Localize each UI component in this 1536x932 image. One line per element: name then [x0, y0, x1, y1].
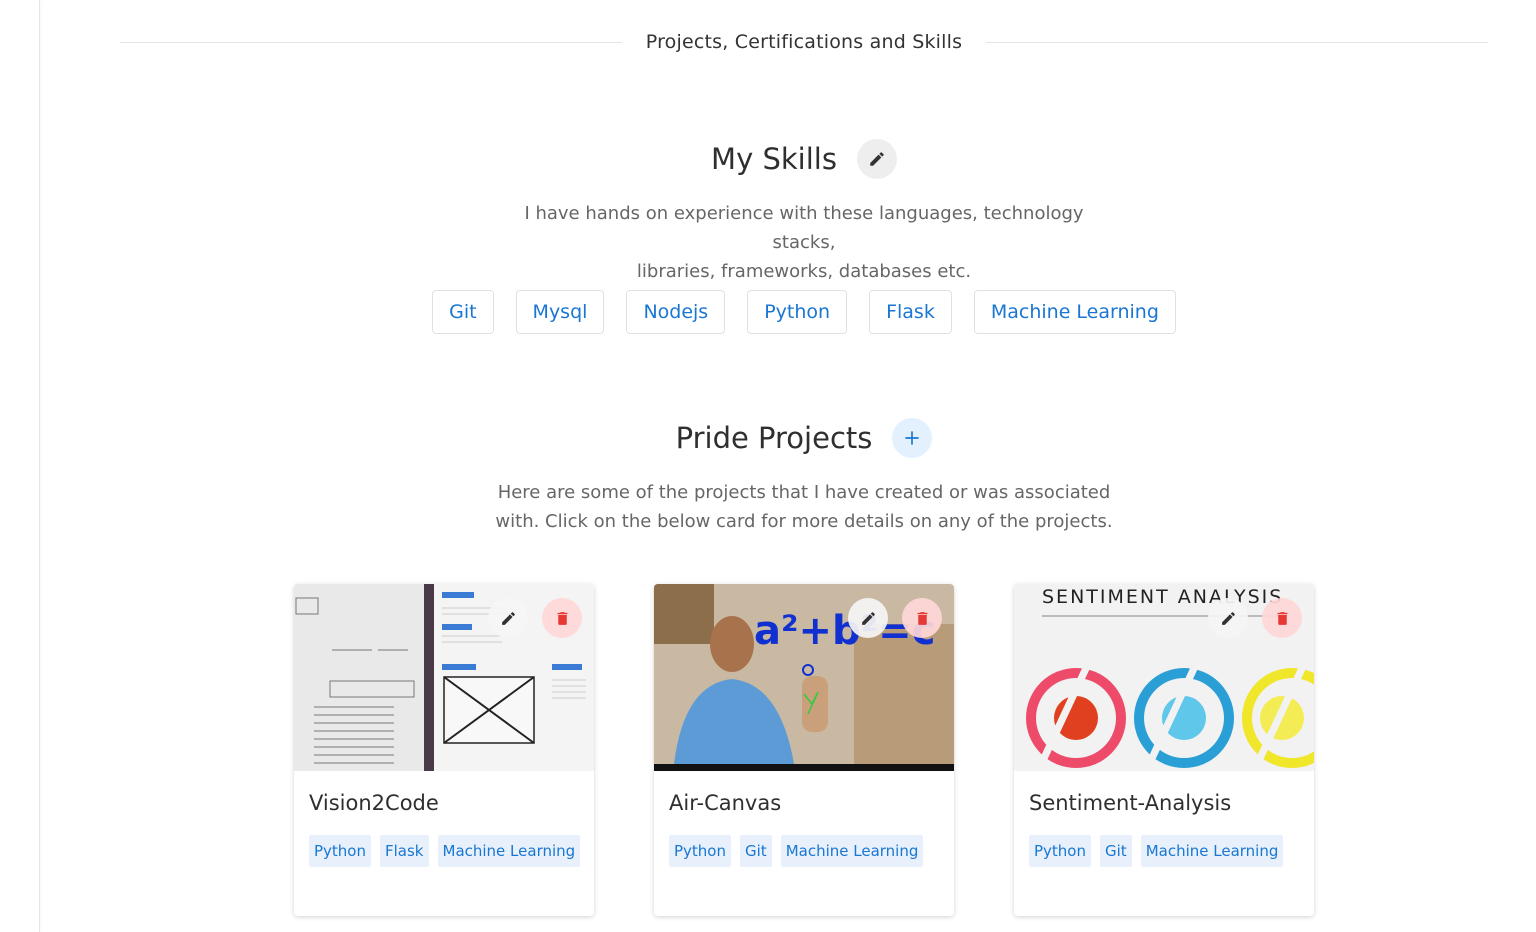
- skill-chip-git[interactable]: Git: [432, 290, 494, 334]
- pencil-icon: [501, 611, 515, 625]
- projects-description: Here are some of the projects that I hav…: [0, 478, 1536, 536]
- project-tag: Machine Learning: [1140, 835, 1284, 867]
- edit-project-button[interactable]: [1208, 598, 1248, 638]
- edit-project-button[interactable]: [488, 598, 528, 638]
- skill-chip-machine-learning[interactable]: Machine Learning: [973, 290, 1176, 334]
- delete-project-button[interactable]: [902, 598, 942, 638]
- skill-chip-mysql[interactable]: Mysql: [515, 290, 605, 334]
- projects-header: Pride Projects: [0, 418, 1536, 458]
- project-card-air-canvas[interactable]: a²+b²=c Air-Canvas Python Git Machine Le…: [654, 584, 954, 916]
- project-tag: Python: [669, 835, 731, 867]
- card-actions: [488, 598, 582, 638]
- project-cards: Vision2Code Python Flask Machine Learnin…: [294, 584, 1314, 916]
- project-tags: Python Flask Machine Learning: [294, 815, 594, 867]
- skills-header: My Skills: [0, 139, 1536, 179]
- skills-description-line2: libraries, frameworks, databases etc.: [636, 261, 972, 282]
- project-tag: Python: [309, 835, 371, 867]
- project-tag: Git: [1100, 835, 1132, 867]
- card-actions: [848, 598, 942, 638]
- project-tag: Machine Learning: [437, 835, 581, 867]
- card-actions: [1208, 598, 1302, 638]
- add-project-button[interactable]: [892, 418, 933, 458]
- delete-project-button[interactable]: [542, 598, 582, 638]
- projects-description-line2: with. Click on the below card for more d…: [495, 511, 1113, 532]
- skills-title: My Skills: [711, 142, 837, 176]
- project-card-vision2code[interactable]: Vision2Code Python Flask Machine Learnin…: [294, 584, 594, 916]
- left-rail: [0, 0, 40, 932]
- project-tags: Python Git Machine Learning: [1014, 815, 1314, 867]
- delete-project-button[interactable]: [1262, 598, 1302, 638]
- divider-line-left: [120, 41, 622, 43]
- projects-title: Pride Projects: [675, 421, 873, 455]
- project-tags: Python Git Machine Learning: [654, 815, 954, 867]
- trash-icon: [557, 611, 567, 625]
- divider-line-right: [986, 41, 1488, 43]
- section-divider: Projects, Certifications and Skills: [120, 30, 1488, 54]
- edit-skills-button[interactable]: [856, 139, 897, 179]
- skills-description: I have hands on experience with these la…: [0, 199, 1536, 286]
- skill-chip-nodejs[interactable]: Nodejs: [626, 290, 726, 334]
- trash-icon: [1277, 611, 1287, 625]
- trash-icon: [917, 611, 927, 625]
- skills-description-line1: I have hands on experience with these la…: [524, 203, 1084, 253]
- project-title: Vision2Code: [309, 791, 439, 815]
- project-tag: Git: [740, 835, 772, 867]
- project-title: Air-Canvas: [669, 791, 782, 815]
- project-card-sentiment-analysis[interactable]: SENTIMENT ANALYSIS Sentiment-Analysis Py…: [1014, 584, 1314, 916]
- plus-icon: [905, 431, 920, 445]
- edit-project-button[interactable]: [848, 598, 888, 638]
- project-tag: Machine Learning: [780, 835, 924, 867]
- project-tag: Flask: [380, 835, 429, 867]
- project-tag: Python: [1029, 835, 1091, 867]
- pencil-icon: [870, 152, 884, 166]
- skill-chip-python[interactable]: Python: [747, 290, 848, 334]
- skills-list: Git Mysql Nodejs Python Flask Machine Le…: [0, 290, 1536, 334]
- project-title: Sentiment-Analysis: [1029, 791, 1232, 815]
- divider-label: Projects, Certifications and Skills: [645, 31, 963, 53]
- skill-chip-flask[interactable]: Flask: [869, 290, 952, 334]
- pencil-icon: [861, 611, 875, 625]
- projects-description-line1: Here are some of the projects that I hav…: [497, 482, 1111, 503]
- pencil-icon: [1221, 611, 1235, 625]
